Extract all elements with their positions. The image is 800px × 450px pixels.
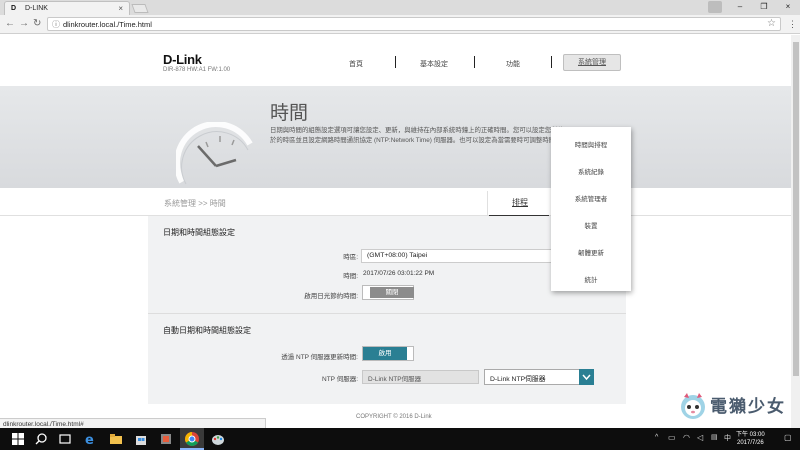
- dlink-favicon-icon: D: [11, 5, 17, 12]
- new-tab-button[interactable]: [131, 4, 149, 13]
- address-bar-row: ← → ↻ ⓘ dlinkrouter.local./Time.html ☆ ⋮: [0, 15, 800, 34]
- ntp-server-select-value: D-Link NTP伺服器: [490, 376, 546, 383]
- browser-tab[interactable]: D D-LINK ×: [4, 1, 130, 15]
- breadcrumb-divider: [487, 191, 488, 215]
- copyright: COPYRIGHT © 2016 D-Link: [356, 414, 432, 420]
- clock-time: 下午 03:00: [736, 432, 765, 438]
- nav-divider: [474, 56, 475, 68]
- nav-divider: [551, 56, 552, 68]
- windows-taskbar: e ^ ▭ ◠ ◁ ▤ 中 下午 03:00 2017/7/26 ▢: [0, 428, 800, 450]
- ntp-server-input-value: D-Link NTP伺服器: [368, 376, 422, 383]
- model-info: DIR-878 HW:A1 FW:1.00: [163, 67, 231, 73]
- ntp-update-toggle[interactable]: 啟用: [362, 346, 414, 361]
- back-icon[interactable]: ←: [5, 18, 15, 30]
- forward-icon[interactable]: →: [19, 18, 29, 30]
- edge-icon[interactable]: e: [82, 431, 98, 447]
- router-page: D-Link DIR-878 HW:A1 FW:1.00 首頁 基本設定 功能 …: [0, 35, 800, 428]
- hero-banner: 時間 日期與時間的組態設定選項可讓您設定、更新，與維持在內部系統時鐘上的正確時間…: [0, 86, 800, 188]
- keyboard-icon[interactable]: ▤: [711, 433, 718, 441]
- nav-basic-settings[interactable]: 基本設定: [420, 59, 448, 69]
- datetime-section-title: 日期和時間組態設定: [163, 228, 235, 237]
- dst-label: 啟用日光節約時間:: [304, 293, 358, 300]
- close-window-button[interactable]: ×: [776, 0, 800, 15]
- menu-item-admin[interactable]: 系統管理者: [551, 193, 631, 203]
- menu-item-system-log[interactable]: 系統紀錄: [551, 166, 631, 176]
- tab-title: D-LINK: [25, 5, 48, 12]
- nav-divider: [395, 56, 396, 68]
- minimize-button[interactable]: –: [728, 0, 752, 15]
- ntp-update-label: 透過 NTP 伺服器更新時間:: [281, 354, 358, 361]
- system-management-dropdown: 時間與排程 系統紀錄 系統管理者 裝置 韌體更新 統計: [551, 127, 631, 291]
- close-tab-icon[interactable]: ×: [118, 4, 123, 13]
- watermark-text: 電獺少女: [710, 397, 786, 417]
- svg-text:e: e: [85, 433, 94, 447]
- dlink-logo: D-Link: [163, 52, 202, 67]
- section-divider: [148, 313, 626, 314]
- wifi-icon[interactable]: ◠: [683, 433, 690, 442]
- page-description: 日期與時間的組態設定選項可讓您設定、更新，與維持在內部系統時鐘上的正確時間。您可…: [270, 127, 564, 145]
- ntp-update-toggle-state: 啟用: [363, 347, 407, 360]
- network-icon[interactable]: ▭: [668, 433, 676, 442]
- timezone-value: (GMT+08:00) Taipei: [367, 252, 428, 259]
- url-text: dlinkrouter.local./Time.html: [63, 20, 152, 29]
- ime-icon[interactable]: 中: [724, 433, 731, 443]
- search-icon[interactable]: [33, 431, 49, 447]
- clock-date: 2017/7/26: [736, 440, 764, 446]
- browser-menu-icon[interactable]: ⋮: [788, 19, 797, 29]
- schedule-link[interactable]: 排程: [512, 197, 528, 208]
- chevron-down-icon: [582, 374, 591, 381]
- nav-features[interactable]: 功能: [506, 59, 520, 69]
- app-icon[interactable]: [158, 431, 174, 447]
- ntp-server-label: NTP 伺服器:: [322, 376, 358, 383]
- url-input[interactable]: ⓘ dlinkrouter.local./Time.html ☆: [47, 17, 781, 31]
- volume-icon[interactable]: ◁: [697, 433, 703, 442]
- menu-item-statistics[interactable]: 統計: [551, 274, 631, 284]
- nav-system-management-label: 系統管理: [578, 59, 606, 66]
- page-title: 時間: [270, 102, 309, 124]
- store-icon[interactable]: [133, 431, 149, 447]
- ntp-section-title: 自動日期和時間組態設定: [163, 326, 251, 335]
- current-time-value: 2017/07/26 03:01:22 PM: [363, 270, 435, 277]
- windows-start-icon[interactable]: [10, 431, 26, 447]
- bookmark-star-icon[interactable]: ☆: [767, 18, 776, 29]
- menu-item-firmware-update[interactable]: 韌體更新: [551, 247, 631, 257]
- tray-up-icon[interactable]: ^: [655, 434, 658, 441]
- paint-icon[interactable]: [210, 431, 226, 447]
- watermark: 電獺少女: [678, 387, 796, 425]
- dst-toggle[interactable]: 關閉: [362, 285, 414, 300]
- ntp-server-input[interactable]: D-Link NTP伺服器: [362, 370, 479, 384]
- nav-system-management[interactable]: 系統管理: [563, 54, 621, 71]
- task-view-icon[interactable]: [57, 431, 73, 447]
- user-profile-icon[interactable]: [708, 1, 722, 13]
- browser-tab-strip: D D-LINK × – ❐ ×: [0, 0, 800, 15]
- ntp-server-dropdown-arrow[interactable]: [579, 369, 594, 385]
- notifications-icon[interactable]: ▢: [784, 433, 792, 442]
- chrome-taskbar-button[interactable]: [180, 428, 204, 450]
- time-label: 時間:: [343, 273, 358, 280]
- clock-icon: [176, 122, 253, 185]
- file-explorer-icon[interactable]: [108, 431, 124, 447]
- dst-toggle-state: 關閉: [370, 287, 414, 298]
- reload-icon[interactable]: ↻: [33, 18, 41, 30]
- ntp-server-select[interactable]: D-Link NTP伺服器: [484, 369, 594, 385]
- nav-home[interactable]: 首頁: [349, 59, 363, 69]
- timezone-label: 時區:: [343, 254, 358, 261]
- breadcrumb-row: 系統管理 >> 時間 排程: [0, 188, 800, 216]
- maximize-button[interactable]: ❐: [752, 0, 776, 15]
- taskbar-clock[interactable]: 下午 03:00 2017/7/26: [736, 431, 765, 447]
- scrollbar-thumb[interactable]: [793, 42, 799, 376]
- breadcrumb: 系統管理 >> 時間: [164, 199, 226, 208]
- chrome-icon: [185, 432, 199, 446]
- menu-item-time-schedule[interactable]: 時間與排程: [551, 139, 631, 149]
- menu-item-device[interactable]: 裝置: [551, 220, 631, 230]
- info-icon[interactable]: ⓘ: [52, 19, 60, 30]
- otter-mascot-icon: [681, 393, 705, 419]
